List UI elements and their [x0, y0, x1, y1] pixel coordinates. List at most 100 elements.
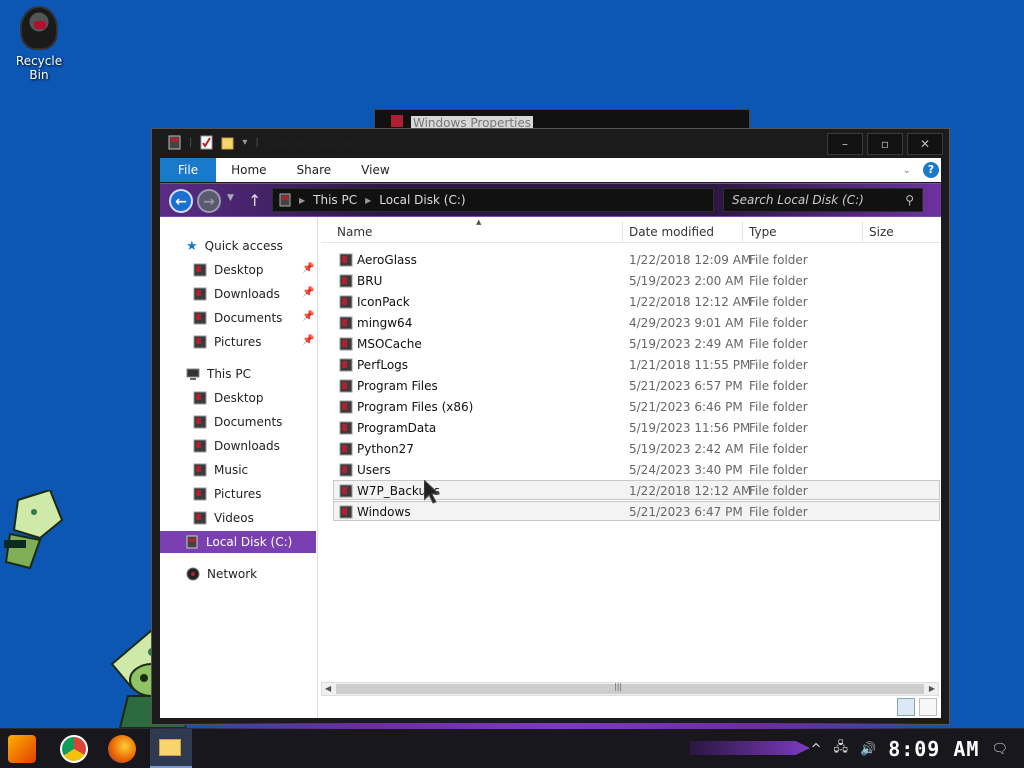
forward-button[interactable]: → [197, 189, 221, 213]
folder-icon [339, 358, 353, 372]
customize-toolbar-icon[interactable]: ▾ [242, 137, 247, 148]
nav-this-pc[interactable]: This PC [186, 363, 251, 385]
notifications-icon[interactable]: 🗨 [991, 742, 1008, 757]
file-row[interactable]: Program Files 5/21/2023 6:57 PM File folde… [333, 375, 940, 395]
search-icon[interactable]: ⚲ [905, 189, 914, 211]
nav-pc-downloads[interactable]: Downloads [193, 435, 280, 457]
new-folder-icon[interactable] [221, 135, 234, 150]
up-button[interactable]: ↑ [248, 191, 261, 210]
nav-pc-desktop[interactable]: Desktop [193, 387, 264, 409]
folder-icon [339, 316, 353, 330]
file-row[interactable]: BRU 5/19/2023 2:00 AM File folder [333, 270, 940, 290]
breadcrumb-this-pc[interactable]: This PC [313, 193, 357, 207]
file-row[interactable]: Python27 5/19/2023 2:42 AM File folder [333, 438, 940, 458]
file-explorer-window[interactable]: | ▾ | Local Disk (C:) – ▫ ✕ File Home Sh… [151, 128, 950, 725]
file-row[interactable]: AeroGlass 1/22/2018 12:09 AM File folder [333, 249, 940, 269]
network-tray-icon[interactable]: 🖧 [834, 738, 849, 760]
scroll-left-icon[interactable]: ◀ [325, 683, 331, 695]
nav-item-label: Music [214, 463, 249, 477]
file-type: File folder [749, 400, 808, 414]
pin-icon[interactable]: 📌 [302, 263, 314, 274]
pin-icon[interactable]: 📌 [302, 335, 314, 346]
system-tray: ^ 🖧 🔊 8:09 AM 🗨 [811, 737, 1008, 761]
folder-icon [339, 295, 353, 309]
volume-icon[interactable]: 🔊 [860, 742, 876, 757]
column-size[interactable]: Size [863, 221, 943, 243]
search-input[interactable]: Search Local Disk (C:) ⚲ [723, 188, 923, 212]
nav-local-disk[interactable]: Local Disk (C:) [160, 531, 316, 553]
file-row[interactable]: Windows 5/21/2023 6:47 PM File folder [333, 501, 940, 521]
pin-icon[interactable]: 📌 [302, 311, 314, 322]
file-row[interactable]: Users 5/24/2023 3:40 PM File folder [333, 459, 940, 479]
address-bar[interactable]: ▶ This PC ▶ Local Disk (C:) [272, 188, 714, 212]
nav-quick-downloads[interactable]: Downloads [193, 283, 280, 305]
file-type: File folder [749, 295, 808, 309]
column-date-modified[interactable]: Date modified [623, 221, 743, 243]
file-date-modified: 5/21/2023 6:47 PM [629, 505, 743, 519]
nav-pc-videos[interactable]: Videos [193, 507, 254, 529]
breadcrumb-local-disk[interactable]: Local Disk (C:) [379, 193, 465, 207]
scrollbar-thumb[interactable] [336, 684, 924, 694]
show-hidden-icons-icon[interactable]: ^ [811, 742, 822, 757]
nav-pc-documents[interactable]: Documents [193, 411, 282, 433]
file-row[interactable]: mingw64 4/29/2023 9:01 AM File folder [333, 312, 940, 332]
file-row[interactable]: MSOCache 5/19/2023 2:49 AM File folder [333, 333, 940, 353]
nav-quick-desktop[interactable]: Desktop [193, 259, 264, 281]
nav-quick-documents[interactable]: Documents [193, 307, 282, 329]
file-date-modified: 5/24/2023 3:40 PM [629, 463, 743, 477]
network-icon [186, 567, 200, 581]
chevron-right-icon[interactable]: ▶ [365, 196, 371, 205]
column-name[interactable]: Name [331, 221, 623, 243]
file-row[interactable]: Program Files (x86) 5/21/2023 6:46 PM File… [333, 396, 940, 416]
folder-icon [339, 337, 353, 351]
close-button[interactable]: ✕ [907, 133, 943, 155]
clock[interactable]: 8:09 AM [888, 737, 979, 761]
recent-locations-icon[interactable]: ▼ [227, 193, 234, 203]
navigation-pane[interactable]: ★ Quick access Desktop 📌 Downloads 📌 Doc… [160, 217, 318, 718]
tab-home[interactable]: Home [216, 158, 281, 182]
file-row[interactable]: IconPack 1/22/2018 12:12 AM File folder [333, 291, 940, 311]
nav-item-label: Downloads [214, 287, 280, 301]
nav-quick-pictures[interactable]: Pictures [193, 331, 262, 353]
star-icon: ★ [186, 238, 198, 254]
large-icons-view-icon[interactable] [919, 698, 937, 716]
properties-icon[interactable] [200, 135, 213, 150]
expand-ribbon-icon[interactable]: ⌄ [903, 165, 911, 176]
file-list-pane[interactable]: ▲ Name Date modified Type Size AeroGlass… [319, 217, 941, 718]
pin-icon[interactable]: 📌 [302, 287, 314, 298]
file-type: File folder [749, 316, 808, 330]
tab-file[interactable]: File [160, 158, 217, 182]
nav-pc-pictures[interactable]: Pictures [193, 483, 262, 505]
help-icon[interactable]: ? [923, 162, 939, 178]
scroll-right-icon[interactable]: ▶ [929, 683, 935, 695]
file-explorer-taskbar-button[interactable] [150, 729, 192, 768]
back-button[interactable]: ← [169, 189, 193, 213]
minimize-button[interactable]: – [827, 133, 863, 155]
title-bar[interactable]: | ▾ | Local Disk (C:) – ▫ ✕ [152, 129, 949, 159]
nav-quick-access[interactable]: ★ Quick access [186, 235, 283, 257]
pictures-folder-icon [193, 335, 207, 349]
tab-view[interactable]: View [346, 158, 404, 182]
file-type: File folder [749, 484, 808, 498]
nav-pc-music[interactable]: Music [193, 459, 248, 481]
drive-icon [279, 193, 291, 207]
music-folder-icon [193, 463, 207, 477]
firefox-icon[interactable] [108, 735, 136, 763]
file-row[interactable]: PerfLogs 1/21/2018 11:55 PM File folder [333, 354, 940, 374]
file-name: Program Files [357, 379, 438, 393]
chevron-right-icon[interactable]: ▶ [299, 196, 305, 205]
horizontal-scrollbar[interactable]: ◀ ||| ▶ [321, 682, 939, 696]
window-title: Local Disk (C:) [270, 137, 368, 151]
desktop-folder-icon [193, 391, 207, 405]
column-type[interactable]: Type [743, 221, 863, 243]
details-view-icon[interactable] [897, 698, 915, 716]
nav-network[interactable]: Network [186, 563, 257, 585]
recycle-bin-icon[interactable]: Recycle Bin [6, 6, 72, 82]
desktop-folder-icon [193, 263, 207, 277]
file-type: File folder [749, 505, 808, 519]
tab-share[interactable]: Share [282, 158, 347, 182]
file-row[interactable]: ProgramData 5/19/2023 11:56 PM File folder [333, 417, 940, 437]
start-button[interactable] [8, 735, 36, 763]
maximize-button[interactable]: ▫ [867, 133, 903, 155]
chrome-icon[interactable] [60, 735, 88, 763]
